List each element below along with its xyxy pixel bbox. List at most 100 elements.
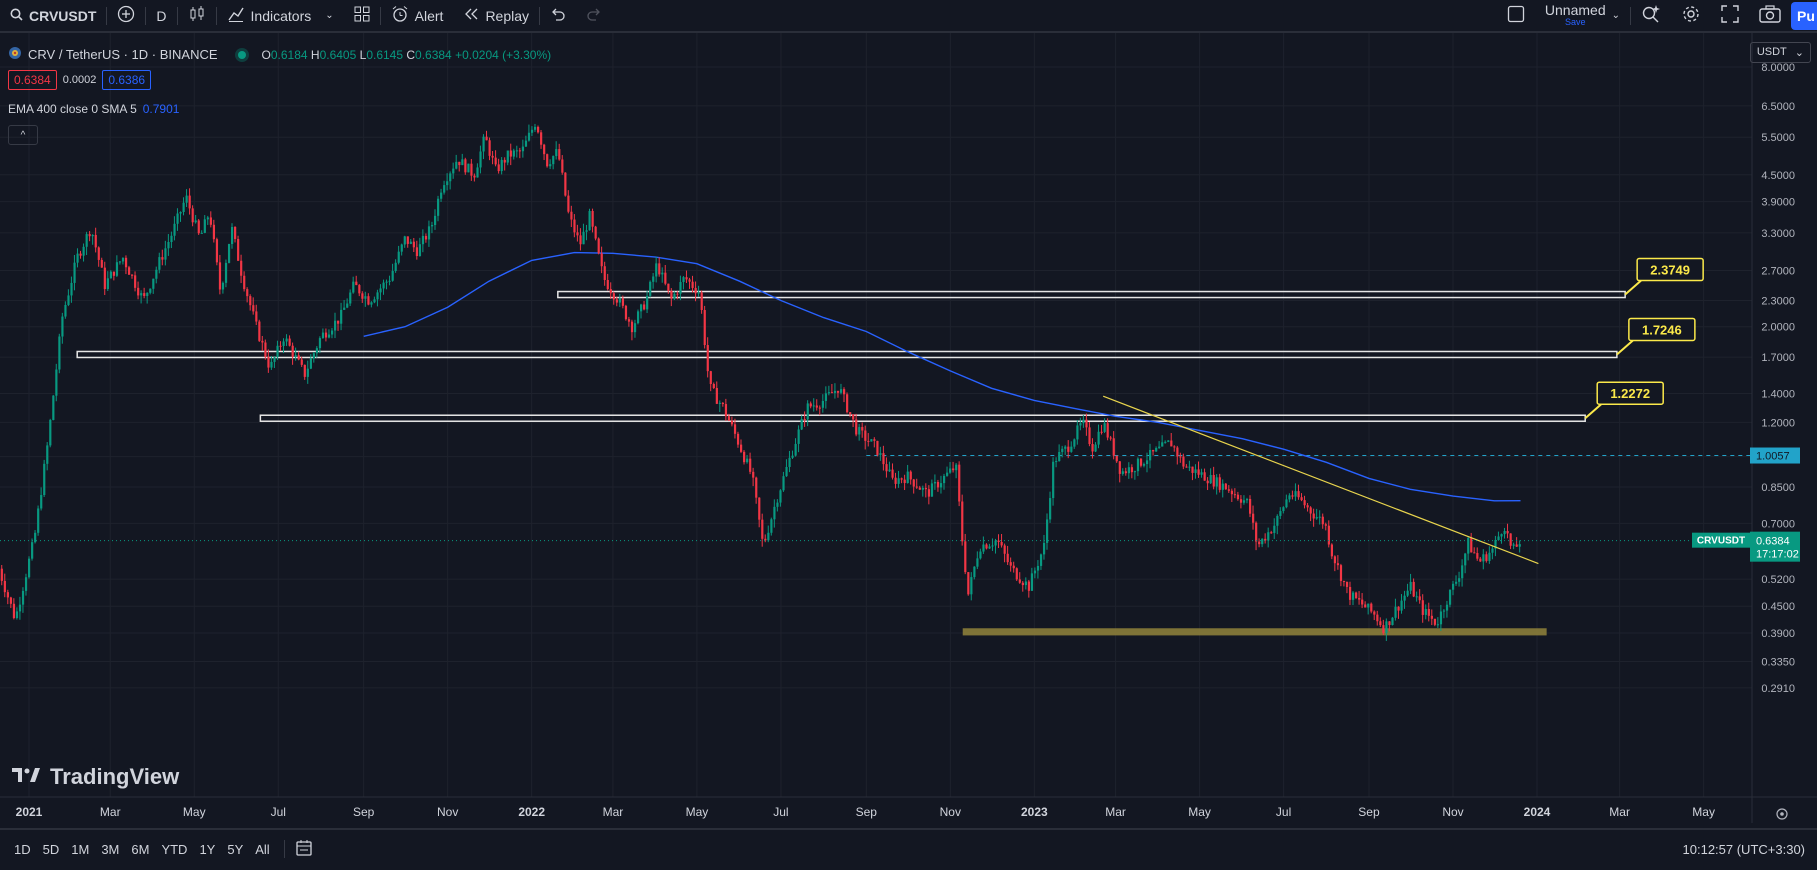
candle-body (852, 414, 855, 420)
candle (1482, 549, 1485, 570)
candle-body (149, 288, 152, 293)
candle-body (34, 532, 37, 543)
candle-body (288, 338, 291, 346)
clock[interactable]: 10:12:57 (UTC+3:30) (1683, 842, 1805, 857)
resistance-zone-2.3749[interactable] (557, 290, 1626, 299)
replay-button[interactable]: Replay (453, 0, 539, 31)
undo-button[interactable] (540, 0, 576, 31)
redo-button[interactable] (576, 0, 612, 31)
candle-body (615, 299, 618, 303)
resistance-zone-1.2272[interactable] (259, 414, 1586, 422)
candle-body (1515, 544, 1518, 547)
settings-button[interactable] (1671, 0, 1711, 31)
candle (682, 276, 685, 290)
candle-body (1303, 500, 1306, 506)
candle (1306, 503, 1309, 512)
compare-button[interactable] (107, 0, 145, 31)
candle-body (836, 390, 840, 393)
candle-body (209, 217, 212, 225)
alert-button[interactable]: Alert (381, 0, 454, 31)
collapse-legend-button[interactable]: ^ (8, 125, 38, 145)
timeframe-ytd[interactable]: YTD (155, 842, 193, 857)
layout-name-button[interactable]: Unnamed Save ⌄ (1535, 0, 1630, 31)
candle-body (664, 272, 667, 284)
quick-search-button[interactable] (1631, 0, 1671, 31)
support-zone[interactable] (962, 628, 1547, 636)
candle (418, 237, 422, 257)
interval-button[interactable]: D (146, 0, 176, 31)
timeframe-1y[interactable]: 1Y (193, 842, 221, 857)
candle (933, 474, 937, 490)
candle (800, 415, 803, 431)
candle-body (121, 257, 125, 262)
snapshot-button[interactable] (1749, 0, 1791, 31)
sell-price-button[interactable]: 0.6384 (8, 70, 57, 90)
candle (155, 266, 158, 284)
layout-checkbox[interactable] (1497, 0, 1535, 31)
candle-body (1091, 444, 1094, 452)
candle-body (176, 213, 179, 224)
candle-body (1049, 498, 1052, 520)
indicators-button[interactable]: Indicators ⌄ (217, 0, 344, 31)
resistance-zone-1.7246[interactable] (76, 350, 1618, 359)
candle (715, 381, 718, 405)
candle-body (9, 597, 13, 604)
timeframe-6m[interactable]: 6M (125, 842, 155, 857)
timeframe-5y[interactable]: 5Y (221, 842, 249, 857)
candle (1467, 536, 1470, 561)
candle (479, 145, 482, 174)
candle-body (567, 195, 570, 212)
timeframe-1m[interactable]: 1M (65, 842, 95, 857)
candle (558, 143, 561, 161)
timeframe-3m[interactable]: 3M (95, 842, 125, 857)
candle (76, 248, 79, 268)
candle-body (1345, 581, 1349, 587)
timeframe-1d[interactable]: 1D (8, 842, 37, 857)
time-axis[interactable]: 2021 Mar May Jul Sep Nov 2022 Mar May Jul Sep Nov 20… (0, 796, 1817, 819)
chart-pane[interactable]: 2.3749 1.7246 1.2272 CRVUSDT 8.0000 6.5000 5… (0, 33, 1817, 823)
candle-body (603, 266, 606, 280)
chart-type-button[interactable] (178, 0, 216, 31)
time-tick-label: Sep (1358, 805, 1380, 819)
candle (509, 143, 512, 166)
candle-body (485, 136, 488, 141)
candle (658, 257, 661, 277)
candle (1209, 468, 1212, 485)
candle-body (776, 502, 779, 507)
fullscreen-button[interactable] (1711, 0, 1749, 31)
candle-body (1152, 450, 1155, 452)
candle-body (1458, 578, 1461, 582)
candle-body (82, 246, 85, 256)
candle (1312, 508, 1315, 527)
candle (1161, 435, 1164, 447)
currency-selector[interactable]: USDT ⌄ (1749, 42, 1811, 63)
candle (294, 347, 297, 361)
date-range-button[interactable] (285, 834, 323, 865)
candle-body (397, 251, 400, 263)
timeframe-5d[interactable]: 5D (37, 842, 66, 857)
candle-body (1215, 477, 1218, 487)
market-status-dot (237, 50, 246, 59)
candle-body (364, 296, 367, 299)
publish-button[interactable]: Pu (1791, 1, 1817, 30)
candle (197, 219, 200, 235)
candle (1112, 431, 1115, 460)
candle-body (1276, 515, 1279, 526)
candle (1170, 432, 1173, 447)
price-axis[interactable]: 8.0000 6.5000 5.5000 4.5000 3.9000 3.3000 2.70… (1750, 33, 1800, 823)
candle (946, 466, 949, 477)
candle-body (946, 472, 949, 476)
candle (427, 220, 431, 247)
symbol-search[interactable]: CRVUSDT (0, 0, 106, 31)
candle-body (627, 319, 631, 322)
buy-price-button[interactable]: 0.6386 (102, 70, 152, 90)
candle-body (791, 455, 794, 458)
price-tick-label: 0.2910 (1761, 683, 1795, 695)
timeframe-all[interactable]: All (249, 842, 275, 857)
layouts-button[interactable] (344, 0, 380, 31)
price-chart[interactable]: 2.3749 1.7246 1.2272 CRVUSDT 8.0000 6.5000 5… (0, 33, 1817, 823)
candle (1309, 506, 1312, 522)
candle-body (106, 278, 109, 290)
candle-body (203, 219, 206, 233)
ema-legend[interactable]: EMA 400 close 0 SMA 5 0.7901 (8, 102, 179, 116)
